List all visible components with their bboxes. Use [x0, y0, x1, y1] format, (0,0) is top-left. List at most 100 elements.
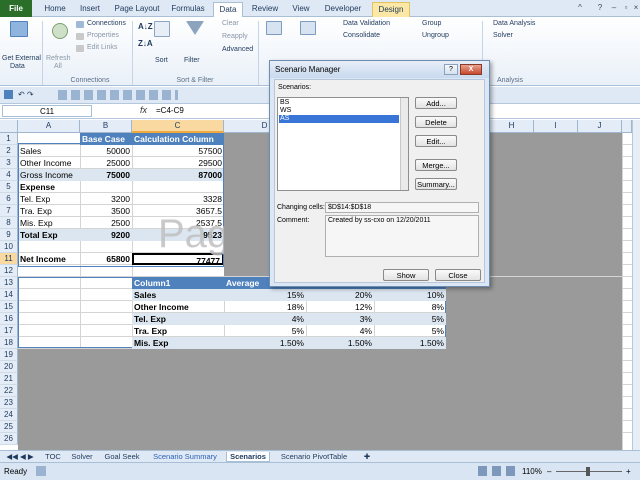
row-header[interactable]: 14 [0, 289, 18, 301]
table-header-cell[interactable]: Calculation Column [132, 133, 224, 145]
sort-az-icon[interactable]: A↓Z [138, 22, 153, 31]
table-header-cell[interactable]: Average [224, 277, 269, 289]
sheet-tab[interactable]: Scenario PivotTable [274, 452, 354, 462]
vertical-scrollbar[interactable] [632, 120, 640, 450]
table-cell[interactable]: 12% [306, 301, 374, 313]
row-header[interactable]: 17 [0, 325, 18, 337]
row-header[interactable]: 23 [0, 397, 18, 409]
add-button[interactable]: Add... [415, 97, 457, 109]
close-icon[interactable]: × [630, 2, 640, 13]
row-header[interactable]: 16 [0, 313, 18, 325]
table-cell[interactable]: 87000 [132, 169, 224, 181]
table-cell[interactable]: 3328 [132, 193, 224, 205]
insert-sheet-icon[interactable]: ✚ [360, 452, 374, 462]
sheet-tab-active[interactable]: Scenarios [226, 452, 270, 462]
view-buttons[interactable] [478, 466, 518, 476]
save-icon[interactable] [4, 90, 13, 99]
filter-button[interactable]: Filter [184, 57, 200, 64]
table-header-cell[interactable]: Column1 [132, 277, 224, 289]
ungroup-button[interactable]: Ungroup [422, 32, 449, 39]
table-cell[interactable]: 57500 [132, 145, 224, 157]
row-header[interactable]: 12 [0, 265, 18, 277]
table-cell[interactable]: 1.50% [374, 337, 446, 349]
table-cell[interactable]: Other Income [18, 157, 80, 169]
merge-button[interactable]: Merge... [415, 159, 457, 171]
column-header[interactable]: H [490, 120, 534, 133]
column-header[interactable] [622, 120, 632, 133]
table-cell[interactable]: 4% [306, 325, 374, 337]
tab-design[interactable]: Design [372, 2, 410, 17]
tab-developer[interactable]: Developer [320, 2, 366, 17]
table-cell[interactable]: Other Income [132, 301, 224, 313]
table-cell[interactable]: 1.50% [224, 337, 306, 349]
table-cell[interactable]: Tra. Exp [18, 205, 80, 217]
table-header-cell[interactable]: Base Case [80, 133, 132, 145]
sheet-tab[interactable]: TOC [42, 452, 64, 462]
row-header[interactable]: 8 [0, 217, 18, 229]
table-cell[interactable]: 15% [224, 289, 306, 301]
zoom-level[interactable]: 110% [522, 467, 542, 476]
table-cell[interactable]: 2500 [80, 217, 132, 229]
data-analysis-button[interactable]: Data Analysis [493, 20, 535, 27]
table-cell[interactable]: 10% [374, 289, 446, 301]
row-header[interactable]: 10 [0, 241, 18, 253]
row-header[interactable]: 18 [0, 337, 18, 349]
tab-page-layout[interactable]: Page Layout [110, 2, 164, 17]
edit-button[interactable]: Edit... [415, 135, 457, 147]
table-cell[interactable]: Mis. Exp [18, 217, 80, 229]
column-header[interactable]: C [132, 120, 224, 133]
tab-view[interactable]: View [286, 2, 316, 17]
connections-button[interactable]: Connections [87, 20, 126, 27]
table-cell[interactable]: 25000 [80, 157, 132, 169]
table-cell[interactable]: Net Income [18, 253, 80, 265]
row-header[interactable]: 7 [0, 205, 18, 217]
table-cell[interactable]: 50000 [80, 145, 132, 157]
table-cell[interactable]: 3200 [80, 193, 132, 205]
tab-review[interactable]: Review [248, 2, 282, 17]
column-header[interactable]: J [578, 120, 622, 133]
table-cell[interactable]: 5% [374, 313, 446, 325]
row-header[interactable]: 6 [0, 193, 18, 205]
toolbar-icons[interactable] [58, 90, 178, 100]
tab-insert[interactable]: Insert [74, 2, 106, 17]
row-header[interactable]: 22 [0, 385, 18, 397]
refresh-all-label[interactable]: Refresh [46, 55, 71, 62]
get-external-data-label-2[interactable]: Data [10, 63, 25, 70]
summary-button[interactable]: Summary... [415, 178, 457, 190]
insert-function-icon[interactable]: fx [140, 105, 147, 115]
table-cell[interactable]: 5% [224, 325, 306, 337]
table-cell[interactable]: Mis. Exp [132, 337, 224, 349]
table-cell[interactable]: 9200 [80, 229, 132, 241]
reapply-button[interactable]: Reapply [222, 33, 248, 40]
column-header[interactable]: B [80, 120, 132, 133]
minimize-icon[interactable]: – [608, 2, 620, 13]
sheet-nav-arrows[interactable]: ◀◀ ◀ ▶ ▶▶ [2, 452, 38, 471]
row-header[interactable]: 9 [0, 229, 18, 241]
column-header[interactable]: I [534, 120, 578, 133]
zoom-out-icon[interactable]: – [547, 467, 551, 476]
help-icon[interactable]: ? [594, 2, 606, 13]
select-all-corner[interactable] [0, 120, 18, 133]
row-header[interactable]: 3 [0, 157, 18, 169]
table-cell[interactable]: Gross Income [18, 169, 80, 181]
list-item-selected[interactable]: AS [279, 115, 399, 123]
list-scrollbar[interactable] [400, 98, 408, 190]
table-cell[interactable]: 5% [374, 325, 446, 337]
table-cell[interactable]: 29500 [132, 157, 224, 169]
row-header[interactable]: 2 [0, 145, 18, 157]
clear-button[interactable]: Clear [222, 20, 239, 27]
table-cell[interactable]: 1.50% [306, 337, 374, 349]
sheet-tab[interactable]: Scenario Summary [148, 452, 222, 462]
sheet-tab[interactable]: Goal Seek [100, 452, 144, 462]
edit-links-button[interactable]: Edit Links [87, 44, 117, 51]
name-box[interactable]: C11 [2, 105, 92, 117]
table-cell[interactable]: Expense [18, 181, 80, 193]
macro-record-icon[interactable] [36, 466, 46, 476]
table-cell[interactable]: Tel. Exp [132, 313, 224, 325]
show-button[interactable]: Show [383, 269, 429, 281]
properties-button[interactable]: Properties [87, 32, 119, 39]
tab-file[interactable]: File [0, 0, 32, 17]
tab-formulas[interactable]: Formulas [167, 2, 209, 17]
column-header[interactable]: A [18, 120, 80, 133]
row-header[interactable]: 1 [0, 133, 18, 145]
